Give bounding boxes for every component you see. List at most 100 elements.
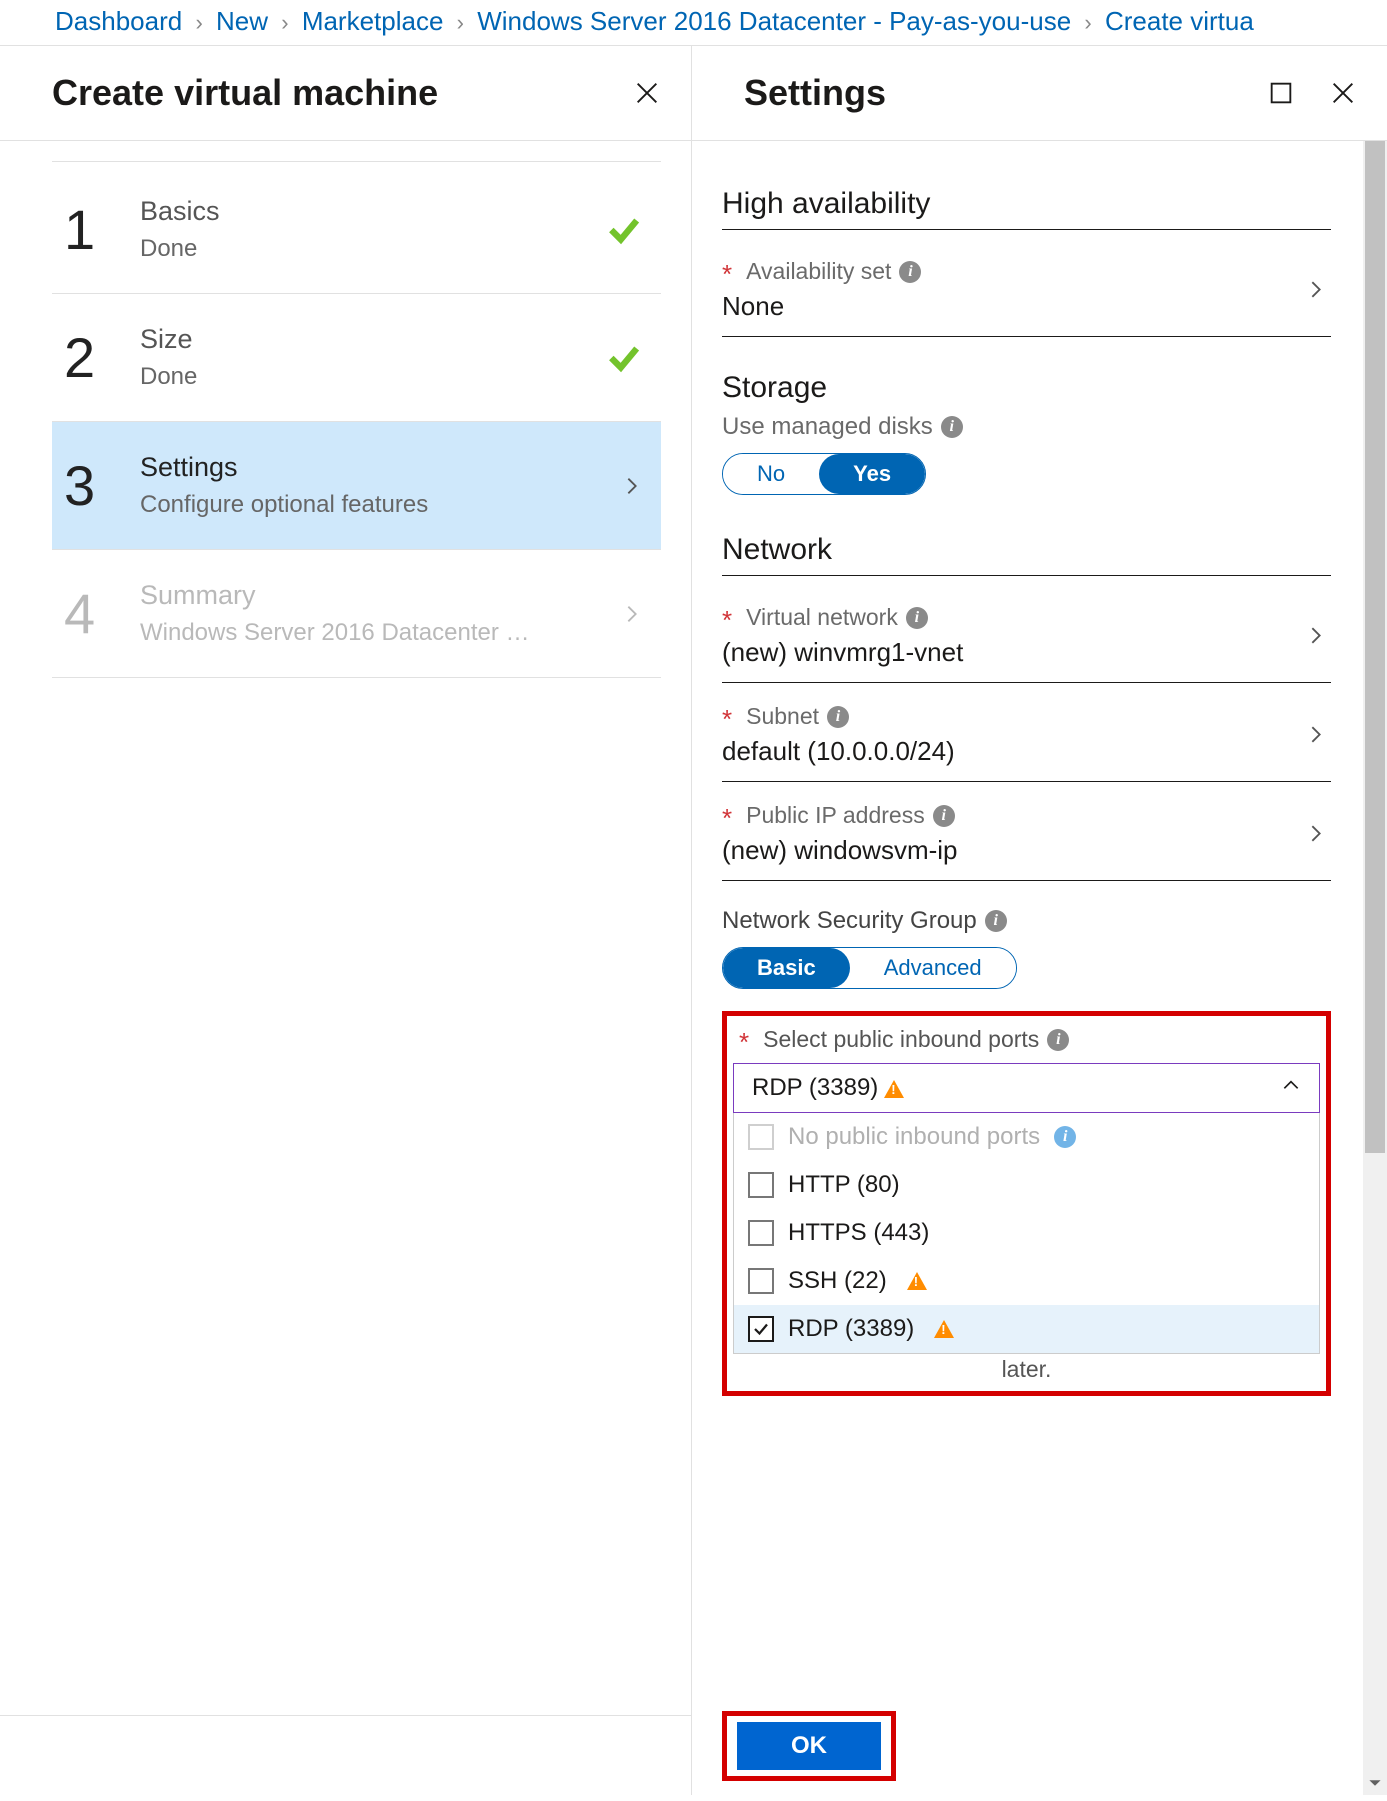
step-title: Size	[140, 324, 601, 355]
section-network: Network	[722, 533, 1331, 567]
breadcrumb-item[interactable]: Dashboard	[55, 6, 182, 36]
info-icon[interactable]: i	[906, 607, 928, 629]
close-icon[interactable]	[633, 79, 661, 107]
info-icon[interactable]: i	[933, 805, 955, 827]
chevron-up-icon	[1281, 1074, 1301, 1102]
field-virtual-network[interactable]: * Virtual network i (new) winvmrg1-vnet	[722, 594, 1331, 683]
wizard-step-size[interactable]: 2 Size Done	[52, 294, 661, 422]
breadcrumb-item[interactable]: New	[216, 6, 268, 36]
required-icon: *	[739, 1035, 749, 1051]
inbound-ports-combo[interactable]: RDP (3389)	[733, 1063, 1320, 1113]
later-text: later.	[733, 1356, 1320, 1383]
step-number: 2	[64, 330, 140, 386]
wizard-step-basics[interactable]: 1 Basics Done	[52, 166, 661, 294]
checkbox[interactable]	[748, 1124, 774, 1150]
panel-title: Create virtual machine	[52, 72, 438, 114]
step-title: Summary	[140, 580, 601, 611]
checkbox[interactable]	[748, 1172, 774, 1198]
toggle-basic[interactable]: Basic	[723, 948, 850, 988]
info-icon[interactable]: i	[941, 416, 963, 438]
field-subnet[interactable]: * Subneti default (10.0.0.0/24)	[722, 693, 1331, 782]
panel-title: Settings	[744, 72, 886, 114]
checkbox[interactable]	[748, 1316, 774, 1342]
warning-icon	[884, 1080, 904, 1098]
wizard-panel: Create virtual machine 1 Basics Done 2 S…	[0, 46, 692, 1795]
field-availability-set[interactable]: *Availability seti None	[722, 248, 1331, 337]
managed-disks-label: Use managed disks	[722, 413, 933, 441]
info-icon[interactable]: i	[1047, 1029, 1069, 1051]
option-label: RDP (3389)	[788, 1315, 914, 1343]
option-label: SSH (22)	[788, 1267, 887, 1295]
field-value: (new) winvmrg1-vnet	[722, 637, 1331, 668]
chevron-right-icon: ›	[1084, 10, 1091, 35]
port-option-https[interactable]: HTTPS (443)	[734, 1209, 1319, 1257]
required-icon: *	[722, 613, 732, 629]
wizard-step-summary[interactable]: 4 Summary Windows Server 2016 Datacenter…	[52, 550, 661, 678]
ok-button-wrap: OK	[722, 1711, 896, 1781]
breadcrumb: Dashboard › New › Marketplace › Windows …	[0, 0, 1387, 46]
scrollbar[interactable]	[1363, 141, 1387, 1795]
wizard-step-settings[interactable]: 3 Settings Configure optional features	[52, 422, 661, 550]
nsg-label: Network Security Group	[722, 907, 977, 935]
info-icon[interactable]: i	[985, 910, 1007, 932]
section-storage: Storage	[722, 371, 1331, 405]
step-subtitle: Windows Server 2016 Datacenter …	[140, 619, 560, 647]
chevron-right-icon	[621, 475, 643, 497]
required-icon: *	[722, 267, 732, 283]
step-subtitle: Done	[140, 235, 560, 263]
toggle-no[interactable]: No	[723, 454, 819, 494]
check-icon	[605, 211, 643, 249]
field-value: default (10.0.0.0/24)	[722, 736, 1331, 767]
chevron-right-icon: ›	[195, 10, 202, 35]
chevron-right-icon	[1305, 625, 1327, 652]
chevron-right-icon: ›	[457, 10, 464, 35]
breadcrumb-item[interactable]: Marketplace	[302, 6, 444, 36]
ports-label: Select public inbound ports	[763, 1026, 1039, 1053]
chevron-right-icon	[1305, 279, 1327, 306]
inbound-ports-dropdown: No public inbound ports i HTTP (80) HTTP…	[733, 1113, 1320, 1354]
ok-button[interactable]: OK	[737, 1722, 881, 1770]
info-icon[interactable]: i	[899, 261, 921, 283]
warning-icon	[907, 1272, 927, 1290]
step-title: Settings	[140, 452, 601, 483]
close-icon[interactable]	[1329, 79, 1357, 107]
port-option-rdp[interactable]: RDP (3389)	[734, 1305, 1319, 1353]
step-subtitle: Done	[140, 363, 560, 391]
option-label: HTTPS (443)	[788, 1219, 929, 1247]
toggle-advanced[interactable]: Advanced	[850, 948, 1016, 988]
scroll-down-icon[interactable]	[1363, 1771, 1387, 1795]
managed-disks-toggle[interactable]: No Yes	[722, 453, 926, 495]
field-label: Virtual network	[746, 604, 898, 631]
chevron-right-icon: ›	[281, 10, 288, 35]
field-label: Subnet	[746, 703, 819, 730]
port-option-http[interactable]: HTTP (80)	[734, 1161, 1319, 1209]
option-label: HTTP (80)	[788, 1171, 900, 1199]
divider	[722, 575, 1331, 576]
required-icon: *	[722, 811, 732, 827]
section-high-availability: High availability	[722, 187, 1331, 221]
toggle-yes[interactable]: Yes	[819, 454, 925, 494]
check-icon	[605, 339, 643, 377]
checkbox[interactable]	[748, 1268, 774, 1294]
step-subtitle: Configure optional features	[140, 491, 560, 519]
port-option-ssh[interactable]: SSH (22)	[734, 1257, 1319, 1305]
breadcrumb-item[interactable]: Windows Server 2016 Datacenter - Pay-as-…	[477, 6, 1071, 36]
combo-value: RDP (3389)	[752, 1074, 878, 1101]
warning-icon	[934, 1320, 954, 1338]
chevron-right-icon	[1305, 823, 1327, 850]
chevron-right-icon	[1305, 724, 1327, 751]
restore-icon[interactable]	[1267, 79, 1295, 107]
port-option-none[interactable]: No public inbound ports i	[734, 1113, 1319, 1161]
info-icon[interactable]: i	[827, 706, 849, 728]
option-label: No public inbound ports	[788, 1123, 1040, 1151]
scrollbar-thumb[interactable]	[1365, 141, 1385, 1153]
field-public-ip[interactable]: *Public IP addressi (new) windowsvm-ip	[722, 792, 1331, 881]
breadcrumb-item[interactable]: Create virtua	[1105, 6, 1254, 36]
step-number: 1	[64, 202, 140, 258]
required-icon: *	[722, 712, 732, 728]
step-number: 3	[64, 458, 140, 514]
field-value: (new) windowsvm-ip	[722, 835, 1331, 866]
nsg-toggle[interactable]: Basic Advanced	[722, 947, 1017, 989]
checkbox[interactable]	[748, 1220, 774, 1246]
info-icon[interactable]: i	[1054, 1126, 1076, 1148]
